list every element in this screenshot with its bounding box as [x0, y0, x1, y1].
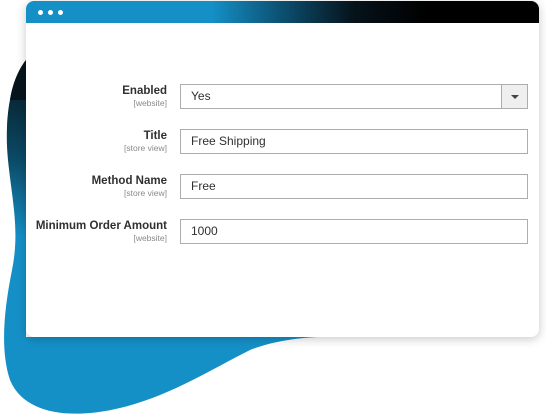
chevron-down-icon[interactable]: [501, 85, 527, 108]
minimum-order-amount-label: Minimum Order Amount: [35, 220, 167, 232]
form-row-enabled: Enabled [website] Yes: [26, 84, 539, 114]
enabled-label-block: Enabled [website]: [26, 84, 167, 109]
title-input-value: Free Shipping: [191, 134, 266, 148]
screenshot-stage: Enabled [website] Yes Title [store view]…: [0, 0, 546, 418]
window-dot-icon: [48, 10, 53, 15]
minimum-order-amount-input-value: 1000: [191, 224, 218, 238]
window-titlebar: [26, 1, 539, 23]
title-input[interactable]: Free Shipping: [180, 129, 528, 154]
title-label-block: Title [store view]: [26, 129, 167, 154]
form-row-method-name: Method Name [store view] Free: [26, 174, 539, 204]
method-name-label: Method Name: [91, 175, 167, 187]
enabled-scope: [website]: [133, 98, 167, 108]
title-scope: [store view]: [124, 143, 167, 153]
enabled-select-value: Yes: [191, 89, 211, 103]
minimum-order-amount-label-block: Minimum Order Amount [website]: [26, 219, 167, 244]
enabled-select[interactable]: Yes: [180, 84, 528, 109]
method-name-input[interactable]: Free: [180, 174, 528, 199]
minimum-order-amount-scope: [website]: [133, 233, 167, 243]
form-row-title: Title [store view] Free Shipping: [26, 129, 539, 159]
window-dot-icon: [58, 10, 63, 15]
form-row-minimum-order-amount: Minimum Order Amount [website] 1000: [26, 219, 539, 249]
config-window: Enabled [website] Yes Title [store view]…: [26, 1, 539, 337]
method-name-label-block: Method Name [store view]: [26, 174, 167, 199]
minimum-order-amount-input[interactable]: 1000: [180, 219, 528, 244]
title-label: Title: [143, 130, 167, 142]
window-dot-icon: [38, 10, 43, 15]
method-name-scope: [store view]: [124, 188, 167, 198]
enabled-label: Enabled: [122, 85, 167, 97]
method-name-input-value: Free: [191, 179, 216, 193]
